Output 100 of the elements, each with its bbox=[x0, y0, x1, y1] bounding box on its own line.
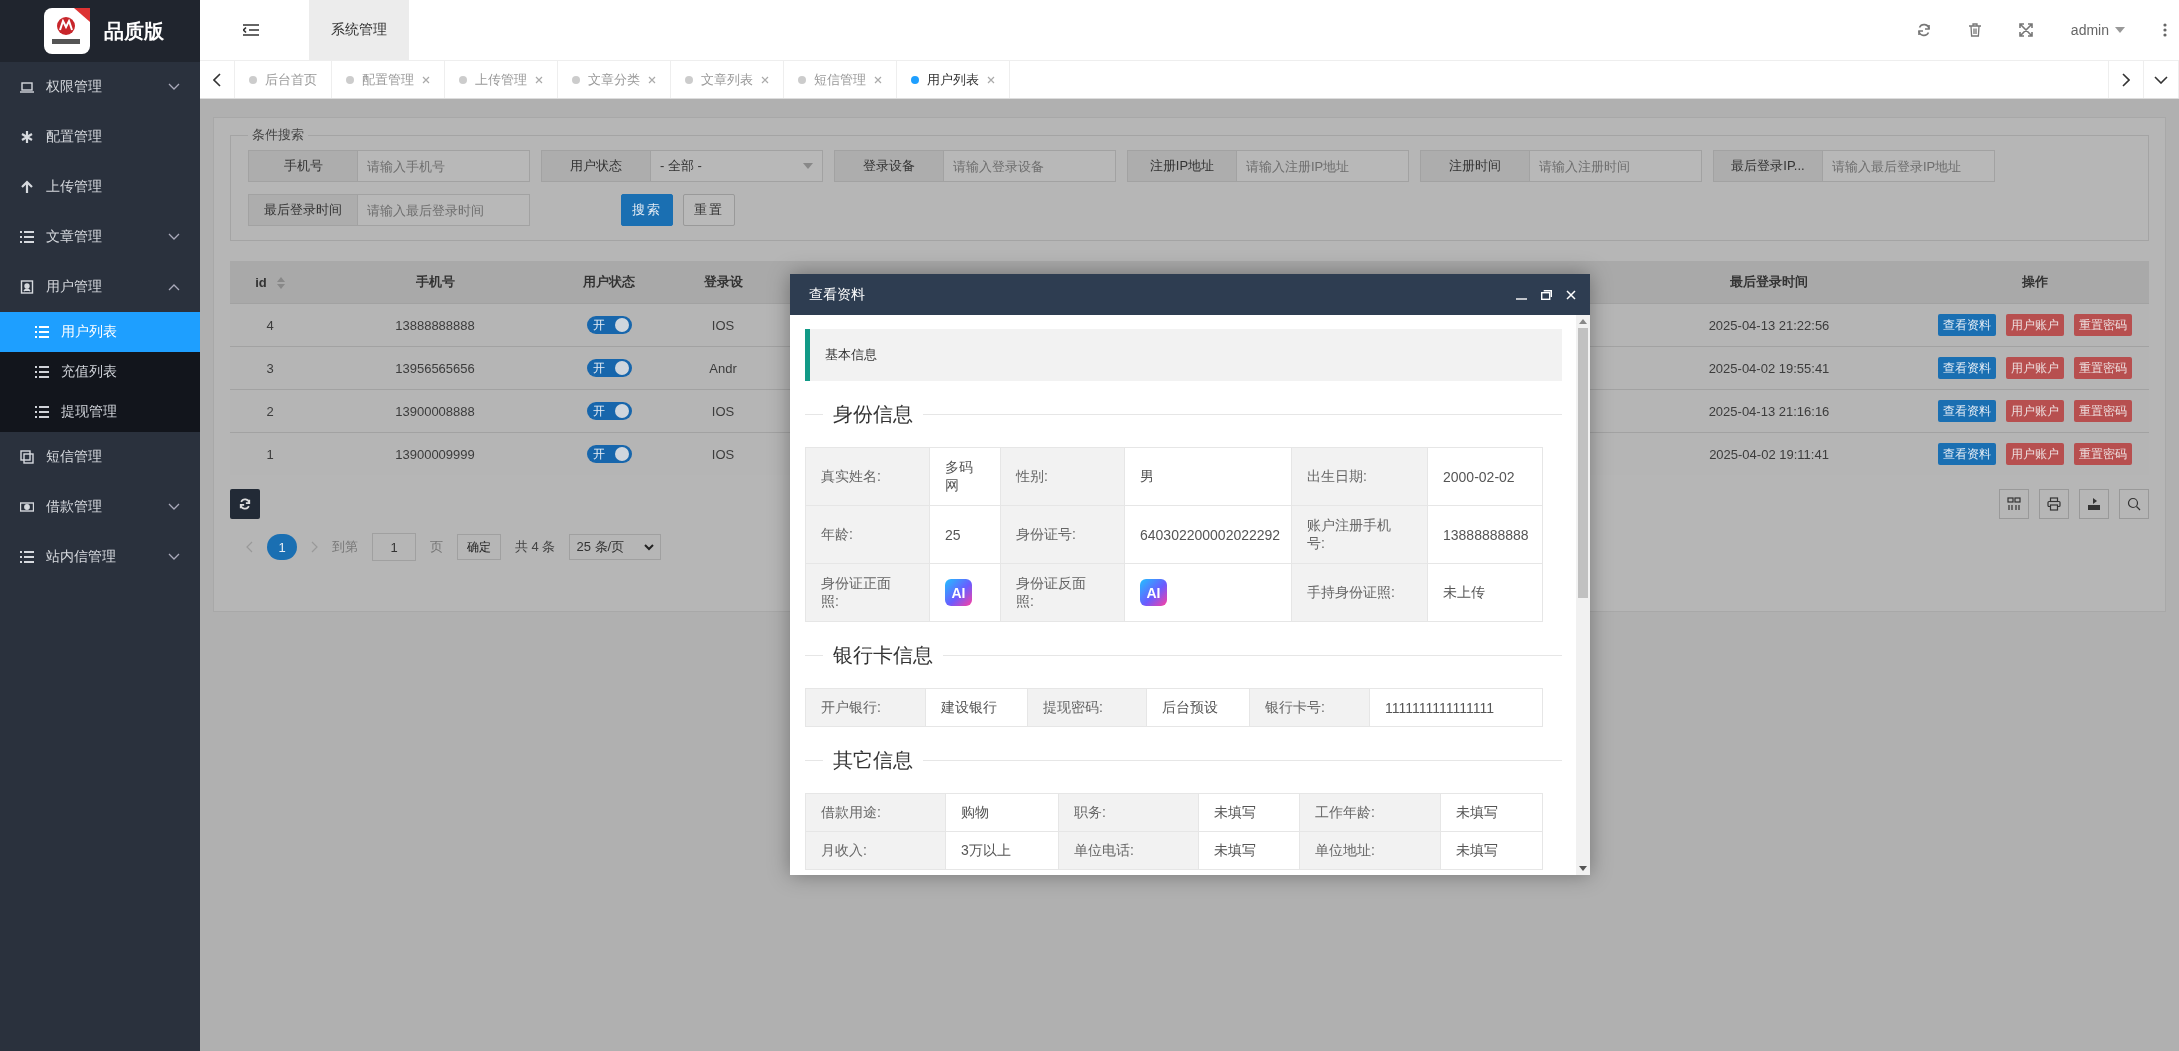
detail-label: 月收入: bbox=[805, 831, 946, 870]
page-number[interactable]: 1 bbox=[267, 534, 297, 560]
detail-value: 未填写 bbox=[1456, 841, 1498, 858]
field-label: 手机号 bbox=[248, 150, 358, 182]
status-switch[interactable]: 开 bbox=[586, 316, 632, 334]
detail-label: 账户注册手机号: bbox=[1291, 505, 1428, 564]
sidebar-menu-item[interactable]: 上传管理 bbox=[0, 162, 200, 212]
table-cell: 3 bbox=[230, 346, 310, 390]
search-button[interactable]: 搜索 bbox=[621, 194, 673, 226]
detail-label: 身份证反面照: bbox=[1000, 563, 1125, 622]
page-tab[interactable]: 后台首页 bbox=[235, 61, 332, 98]
detail-label: 工作年龄: bbox=[1299, 793, 1441, 832]
action-button[interactable]: 用户账户 bbox=[2005, 443, 2064, 465]
input-field[interactable]: 请输入注册时间 bbox=[1530, 150, 1702, 182]
action-button[interactable]: 重置密码 bbox=[2073, 400, 2132, 422]
image-thumbnail[interactable]: AI bbox=[945, 579, 972, 606]
input-field[interactable]: 请输入手机号 bbox=[358, 150, 530, 182]
column-header: 手机号 bbox=[310, 261, 560, 304]
action-button[interactable]: 查看资料 bbox=[1937, 314, 1996, 336]
detail-value: 640302200002022292 bbox=[1140, 526, 1281, 543]
input-field[interactable]: 请输入最后登录时间 bbox=[358, 194, 530, 226]
table-cell: 4 bbox=[230, 303, 310, 347]
detail-value: 后台预设 bbox=[1162, 698, 1218, 715]
page-tab[interactable]: 文章分类 bbox=[558, 61, 671, 98]
detail-label: 单位电话: bbox=[1058, 831, 1199, 870]
detail-value: 未填写 bbox=[1456, 803, 1498, 820]
action-button[interactable]: 查看资料 bbox=[1937, 400, 1996, 422]
detail-value: 男 bbox=[1140, 467, 1154, 484]
brand-title: 品质版 bbox=[104, 18, 164, 44]
table-cell: 2 bbox=[230, 389, 310, 433]
detail-label: 真实姓名: bbox=[805, 447, 930, 506]
status-switch[interactable]: 开 bbox=[586, 445, 632, 463]
page-tab[interactable]: 短信管理 bbox=[784, 61, 897, 98]
page-size-select[interactable]: 25 条/页 bbox=[569, 534, 662, 560]
detail-value: 未填写 bbox=[1214, 803, 1256, 820]
action-button[interactable]: 重置密码 bbox=[2073, 357, 2132, 379]
sidebar-menu-item[interactable]: 站内信管理 bbox=[0, 532, 200, 582]
detail-label: 年龄: bbox=[805, 505, 930, 564]
select-field[interactable]: - 全部 - bbox=[651, 150, 823, 182]
detail-label: 身份证正面照: bbox=[805, 563, 930, 622]
page-input[interactable]: 1 bbox=[372, 533, 416, 561]
detail-label: 单位地址: bbox=[1299, 831, 1441, 870]
user-menu[interactable]: admin bbox=[2070, 22, 2125, 38]
sidebar-menu-item[interactable]: 用户管理 bbox=[0, 262, 200, 312]
action-button[interactable]: 用户账户 bbox=[2005, 314, 2064, 336]
action-button[interactable]: 用户账户 bbox=[2005, 400, 2064, 422]
field-label: 注册IP地址 bbox=[1127, 150, 1237, 182]
detail-value: 25 bbox=[945, 526, 961, 543]
detail-label: 借款用途: bbox=[805, 793, 946, 832]
field-label: 用户状态 bbox=[541, 150, 651, 182]
field-label: 最后登录时间 bbox=[248, 194, 358, 226]
confirm-button[interactable]: 确定 bbox=[457, 534, 501, 560]
sidebar-menu-item[interactable]: 短信管理 bbox=[0, 432, 200, 482]
section-title: 其它信息 bbox=[833, 747, 913, 773]
total-count: 共 4 条 bbox=[515, 538, 556, 556]
action-button[interactable]: 用户账户 bbox=[2005, 357, 2064, 379]
search-legend: 条件搜索 bbox=[248, 126, 308, 144]
table-cell: IOS bbox=[658, 389, 788, 433]
field-label: 注册时间 bbox=[1420, 150, 1530, 182]
action-button[interactable]: 查看资料 bbox=[1937, 357, 1996, 379]
page-tab[interactable]: 文章列表 bbox=[671, 61, 784, 98]
table-cell: Andr bbox=[658, 346, 788, 390]
status-switch[interactable]: 开 bbox=[586, 359, 632, 377]
detail-value: 未上传 bbox=[1443, 583, 1485, 600]
detail-value: 1111111111111111 bbox=[1385, 699, 1494, 716]
action-button[interactable]: 重置密码 bbox=[2073, 443, 2132, 465]
sidebar-menu-item[interactable]: 配置管理 bbox=[0, 112, 200, 162]
dialog-title: 查看资料 bbox=[809, 285, 866, 304]
sidebar-submenu-item[interactable]: 用户列表 bbox=[0, 312, 200, 352]
page-tab[interactable]: 上传管理 bbox=[445, 61, 558, 98]
sidebar-menu-item[interactable]: 文章管理 bbox=[0, 212, 200, 262]
detail-label: 开户银行: bbox=[805, 688, 926, 727]
section-title: 身份信息 bbox=[833, 401, 913, 427]
detail-label: 银行卡号: bbox=[1249, 688, 1370, 727]
sidebar-menu-item[interactable]: 权限管理 bbox=[0, 62, 200, 112]
status-switch[interactable]: 开 bbox=[586, 402, 632, 420]
sidebar-menu-item[interactable]: 借款管理 bbox=[0, 482, 200, 532]
image-thumbnail[interactable]: AI bbox=[1140, 579, 1167, 606]
section-title: 银行卡信息 bbox=[833, 642, 933, 668]
detail-label: 身份证号: bbox=[1000, 505, 1125, 564]
action-button[interactable]: 查看资料 bbox=[1937, 443, 1996, 465]
page-tab[interactable]: 配置管理 bbox=[332, 61, 445, 98]
search-button[interactable]: 重置 bbox=[683, 194, 735, 226]
sidebar-submenu-item[interactable]: 充值列表 bbox=[0, 352, 200, 392]
field-label: 登录设备 bbox=[834, 150, 944, 182]
page-tab[interactable]: 用户列表 bbox=[897, 61, 1010, 98]
sidebar-submenu-item[interactable]: 提现管理 bbox=[0, 392, 200, 432]
table-cell: 13956565656 bbox=[310, 346, 560, 390]
detail-value: 2000-02-02 bbox=[1443, 468, 1515, 485]
input-field[interactable]: 请输入最后登录IP地址 bbox=[1823, 150, 1995, 182]
module-tab[interactable]: 系统管理 bbox=[309, 0, 409, 60]
table-cell: 13900008888 bbox=[310, 389, 560, 433]
input-field[interactable]: 请输入注册IP地址 bbox=[1237, 150, 1409, 182]
detail-value: 多码网 bbox=[945, 458, 973, 493]
info-note: 基本信息 bbox=[805, 329, 1562, 381]
detail-value: 建设银行 bbox=[941, 698, 997, 715]
action-button[interactable]: 重置密码 bbox=[2073, 314, 2132, 336]
detail-label: 提现密码: bbox=[1027, 688, 1147, 727]
column-header: 登录设 bbox=[658, 261, 788, 304]
input-field[interactable]: 请输入登录设备 bbox=[944, 150, 1116, 182]
